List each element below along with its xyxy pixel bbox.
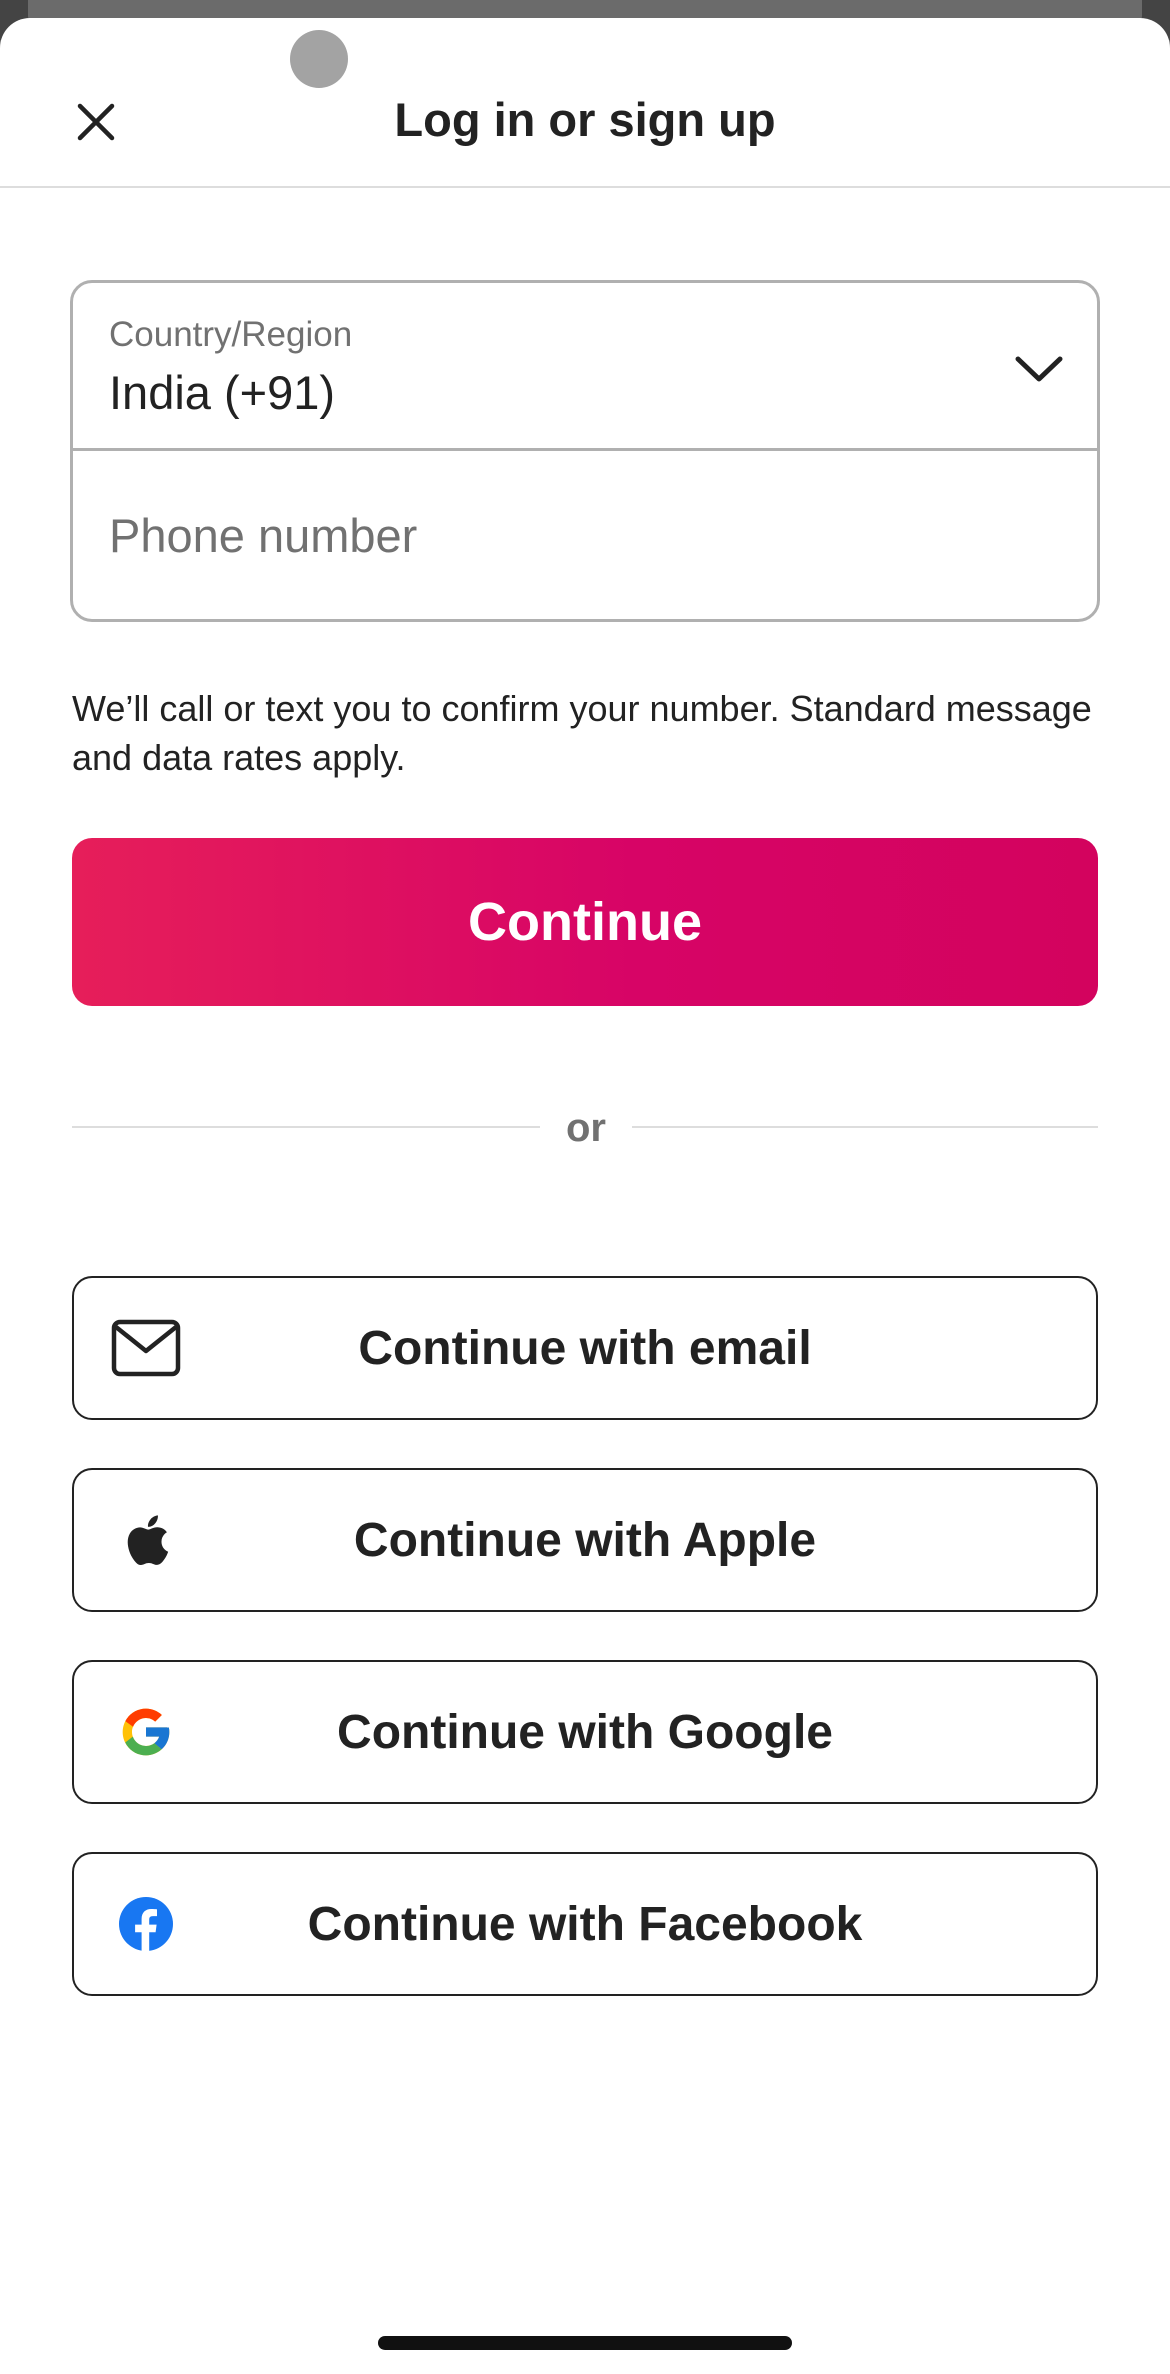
phone-number-input[interactable] (73, 451, 1097, 619)
google-button-label: Continue with Google (337, 1705, 833, 1759)
facebook-button-label: Continue with Facebook (307, 1897, 863, 1951)
country-region-value: India (+91) (109, 366, 336, 419)
continue-with-google-button[interactable]: Continue with Google (72, 1660, 1098, 1804)
home-indicator[interactable] (378, 2336, 792, 2350)
continue-with-facebook-button[interactable]: Continue with Facebook (72, 1852, 1098, 1996)
phone-login-form: Country/Region India (+91) (70, 280, 1100, 622)
continue-with-email-button[interactable]: Continue with email (72, 1276, 1098, 1420)
confirmation-note: We’ll call or text you to confirm your n… (72, 688, 1092, 778)
country-region-select[interactable]: Country/Region India (+91) (73, 283, 1097, 451)
sheet-header: Log in or sign up (0, 18, 1170, 188)
continue-button[interactable]: Continue (72, 838, 1098, 1006)
apple-button-label: Continue with Apple (353, 1513, 817, 1567)
country-region-label: Country/Region (109, 315, 353, 354)
divider-line-right (632, 1126, 1098, 1128)
page-title: Log in or sign up (394, 93, 776, 146)
divider-or: or (566, 1106, 606, 1150)
divider-line-left (72, 1126, 540, 1128)
login-sheet: Log in or sign up Country/Region India (… (0, 18, 1170, 2374)
chevron-down-icon (1011, 341, 1067, 397)
email-button-label: Continue with email (358, 1321, 812, 1375)
continue-with-apple-button[interactable]: Continue with Apple (72, 1468, 1098, 1612)
